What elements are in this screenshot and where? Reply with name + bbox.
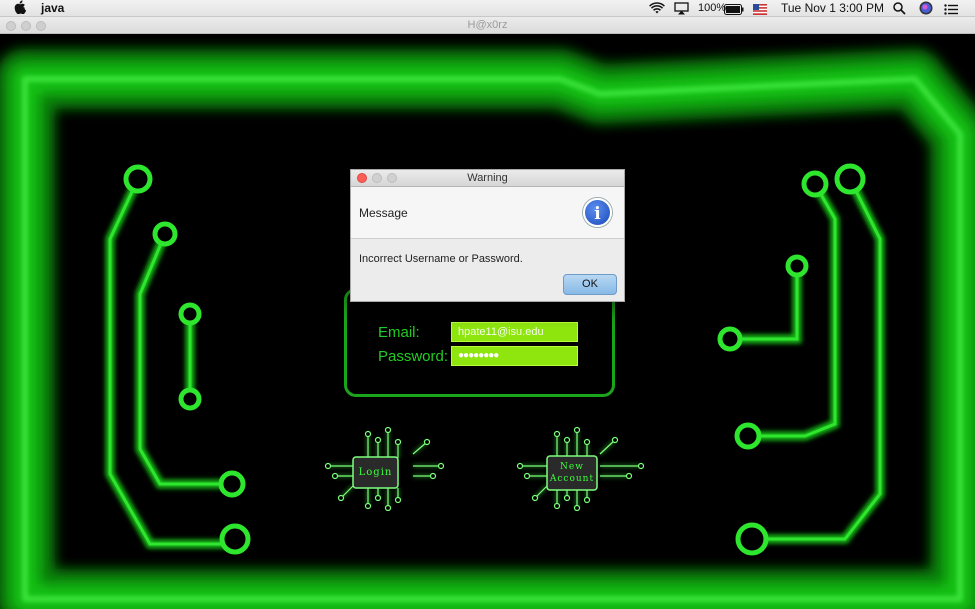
new-account-button[interactable]: New Account <box>515 426 645 512</box>
email-field[interactable]: hpate11@isu.edu <box>451 322 578 342</box>
dialog-title: Warning <box>467 172 508 184</box>
dialog-titlebar: Warning <box>351 170 624 187</box>
dialog-message: Incorrect Username or Password. <box>359 253 523 265</box>
window-titlebar: H@x0rz <box>0 17 975 34</box>
menu-bar: java 100% Tue Nov 1 3:00 PM <box>0 0 975 17</box>
warning-dialog: Warning Message i Incorrect Username or … <box>350 169 625 302</box>
app-content: Email: hpate11@isu.edu Password: ●●●●●●●… <box>0 34 975 609</box>
window-title: H@x0rz <box>467 19 508 31</box>
new-account-label-line1: New <box>560 462 584 472</box>
new-account-label-line2: Account <box>549 474 595 484</box>
dialog-header: Message i <box>351 187 624 239</box>
login-panel: Email: hpate11@isu.edu Password: ●●●●●●●… <box>344 288 615 397</box>
password-label: Password: <box>378 348 449 365</box>
info-icon: i <box>583 198 612 227</box>
password-field[interactable]: ●●●●●●●● <box>451 346 578 366</box>
ok-button[interactable]: OK <box>563 274 617 295</box>
battery-percent: 100% <box>698 2 727 14</box>
clock[interactable]: Tue Nov 1 3:00 PM <box>781 0 884 17</box>
login-button[interactable]: Login <box>323 426 445 512</box>
email-label: Email: <box>378 324 420 341</box>
dialog-heading: Message <box>359 206 408 220</box>
login-button-label: Login <box>358 467 393 478</box>
